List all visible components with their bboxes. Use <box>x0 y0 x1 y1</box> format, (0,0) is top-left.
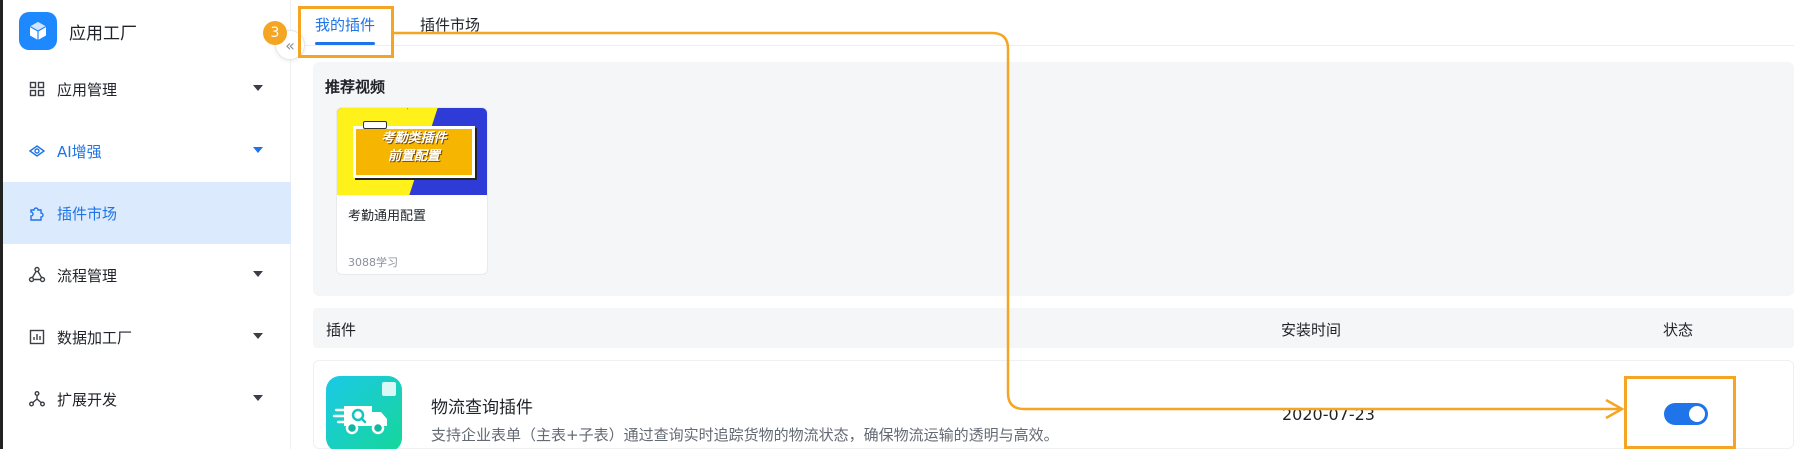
brand[interactable]: 应用工厂 <box>19 10 137 52</box>
delivery-truck-icon <box>326 376 402 449</box>
extension-icon <box>27 389 47 409</box>
caret-down-icon <box>253 271 263 277</box>
column-header-plugin: 插件 <box>326 321 357 339</box>
sidebar-item-app-management[interactable]: 应用管理 <box>3 58 291 120</box>
sidebar-menu: 应用管理 AI增强 插件市场 流程管理 数据加工厂 扩展开发 <box>3 58 291 430</box>
video-thumbnail: 考勤类插件 前置配置 <box>337 108 487 195</box>
install-date: 2020-07-23 <box>1282 405 1375 424</box>
tab-plugin-market[interactable]: 插件市场 <box>420 14 480 35</box>
sidebar-item-plugin-market[interactable]: 插件市场 <box>3 182 291 244</box>
caret-down-icon <box>253 333 263 339</box>
sidebar-item-label: 数据加工厂 <box>57 328 133 347</box>
flow-icon <box>27 265 47 285</box>
cube-icon <box>19 12 57 50</box>
caret-down-icon <box>253 395 263 401</box>
sidebar-item-data-factory[interactable]: 数据加工厂 <box>3 306 291 368</box>
app-title: 应用工厂 <box>69 23 137 44</box>
video-views: 3088学习 <box>348 256 398 269</box>
section-title: 推荐视频 <box>325 78 386 96</box>
sidebar-item-extension-dev[interactable]: 扩展开发 <box>3 368 291 430</box>
grid-icon <box>27 79 47 99</box>
ai-icon <box>27 141 47 161</box>
plugin-name: 物流查询插件 <box>431 398 533 418</box>
chart-icon <box>27 327 47 347</box>
sidebar-item-label: AI增强 <box>57 142 102 161</box>
table-row: 物流查询插件 支持企业表单（主表+子表）通过查询实时追踪货物的物流状态，确保物流… <box>313 360 1794 449</box>
sidebar: 应用工厂 应用管理 AI增强 插件市场 流程管理 数据加工厂 扩展开发 <box>3 0 291 449</box>
step-badge: 3 <box>263 21 287 45</box>
sidebar-item-label: 流程管理 <box>57 266 118 285</box>
column-header-install-time: 安装时间 <box>1281 321 1342 339</box>
video-card[interactable]: 考勤类插件 前置配置 考勤通用配置 3088学习 <box>336 107 488 275</box>
tab-bar: 我的插件 插件市场 <box>292 0 1794 46</box>
recommended-videos-panel: 推荐视频 考勤类插件 前置配置 考勤通用配置 3088学习 <box>313 62 1794 296</box>
thumbnail-caption: 考勤类插件 前置配置 <box>381 131 447 164</box>
plugin-description: 支持企业表单（主表+子表）通过查询实时追踪货物的物流状态，确保物流运输的透明与高… <box>431 426 1059 444</box>
puzzle-icon <box>27 203 47 223</box>
annotation-highlight-toggle <box>1624 376 1736 449</box>
sidebar-item-flow-management[interactable]: 流程管理 <box>3 244 291 306</box>
plugin-table-header: 插件 安装时间 状态 <box>313 308 1794 348</box>
main-content: 我的插件 插件市场 推荐视频 考勤类插件 前置配置 考勤通用配置 3088学习 … <box>292 0 1794 449</box>
sidebar-item-label: 扩展开发 <box>57 390 118 409</box>
sidebar-item-label: 应用管理 <box>57 80 118 99</box>
video-title: 考勤通用配置 <box>348 209 427 224</box>
sidebar-item-label: 插件市场 <box>57 204 118 223</box>
column-header-status: 状态 <box>1663 321 1694 339</box>
annotation-highlight-tab <box>298 6 394 58</box>
sidebar-item-ai[interactable]: AI增强 <box>3 120 291 182</box>
caret-down-icon <box>253 147 263 153</box>
caret-down-icon <box>253 85 263 91</box>
